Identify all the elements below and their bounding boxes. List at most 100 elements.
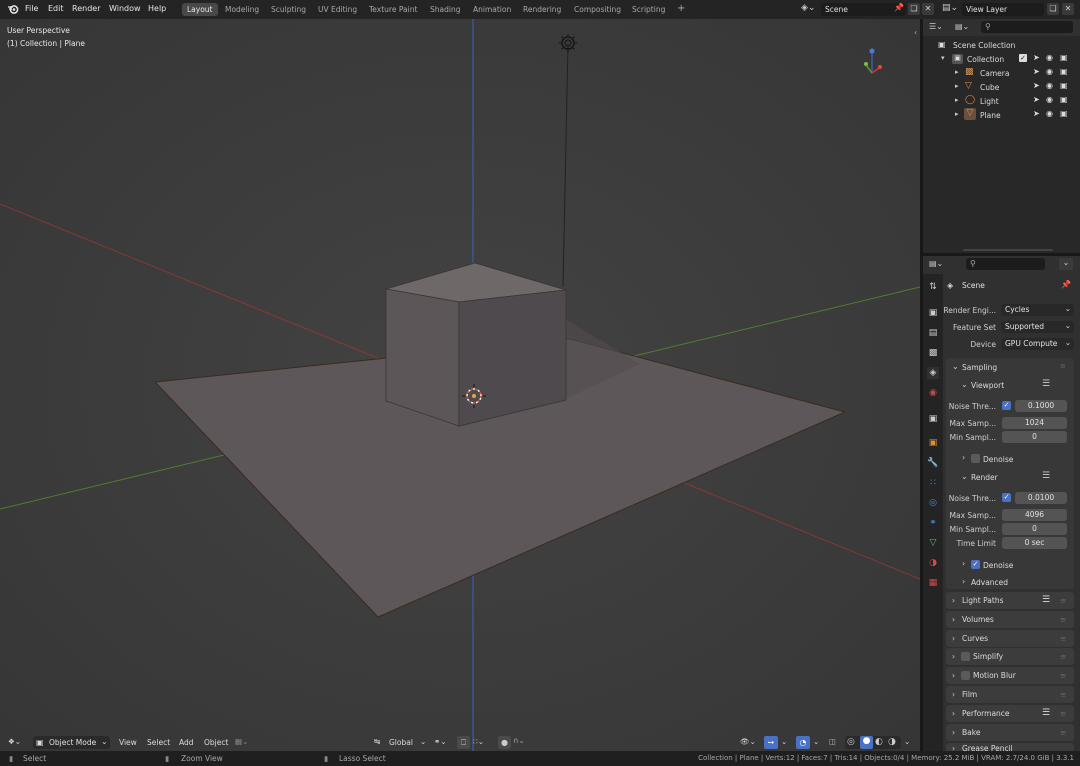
drag-handle-icon[interactable]: ≡: [1060, 362, 1066, 370]
tab-scripting[interactable]: Scripting: [627, 3, 670, 16]
selectable-arrow-icon[interactable]: ➤: [1033, 81, 1040, 90]
render-denoise-label[interactable]: Denoise: [983, 561, 1013, 570]
disclosure-right-icon[interactable]: ▸: [955, 82, 959, 90]
properties-search-input[interactable]: ⚲: [966, 258, 1045, 270]
panel-light-paths[interactable]: › Light Paths ☰ ≡: [946, 592, 1074, 609]
tab-texture-paint[interactable]: Texture Paint: [364, 3, 422, 16]
xray-icon[interactable]: ◫: [829, 737, 836, 746]
add-workspace-button[interactable]: +: [672, 1, 690, 14]
drag-handle-icon[interactable]: ≡: [1060, 705, 1066, 722]
chevron-down-icon[interactable]: ⌄: [1059, 258, 1073, 270]
disclosure-down-icon[interactable]: ▾: [941, 54, 945, 62]
outliner-scrollbar[interactable]: [963, 249, 1053, 251]
render-noise-threshold-checkbox[interactable]: ✓: [1002, 493, 1011, 502]
view-layer-tab-icon[interactable]: ▩: [927, 347, 939, 359]
noise-threshold-field[interactable]: 0.1000: [1015, 400, 1067, 412]
camera-render-icon[interactable]: ▣: [1060, 109, 1068, 118]
editor-type-icon[interactable]: ❖⌄: [8, 737, 21, 746]
tab-modeling[interactable]: Modeling: [220, 3, 264, 16]
panel-curves[interactable]: › Curves ≡: [946, 630, 1074, 647]
texture-tab-icon[interactable]: ▦: [927, 577, 939, 589]
snap-target-icon[interactable]: ∷⌄: [473, 737, 484, 746]
menu-select[interactable]: Select: [147, 738, 170, 747]
camera-render-icon[interactable]: ▣: [1060, 53, 1068, 62]
panel-bake[interactable]: › Bake ≡: [946, 724, 1074, 741]
snap-icon[interactable]: ⎕: [457, 736, 470, 749]
render-tab-icon[interactable]: ▣: [927, 307, 939, 319]
menu-object[interactable]: Object: [204, 738, 228, 747]
drag-handle-icon[interactable]: ≡: [1060, 648, 1066, 665]
camera-render-icon[interactable]: ▣: [1060, 81, 1068, 90]
tree-row-camera[interactable]: ▸ ▩ Camera ➤ ◉ ▣: [923, 66, 1080, 80]
motion-blur-checkbox[interactable]: [961, 671, 970, 680]
panel-volumes[interactable]: › Volumes ≡: [946, 611, 1074, 628]
overlays-toggle-icon[interactable]: ◔: [796, 736, 810, 749]
chevron-down-icon[interactable]: ⌄: [952, 362, 959, 371]
menu-add[interactable]: Add: [179, 738, 194, 747]
simplify-checkbox[interactable]: [961, 652, 970, 661]
viewport-subheader[interactable]: Viewport: [971, 381, 1004, 390]
scene-tab-icon[interactable]: ◈: [927, 367, 939, 379]
pin-icon[interactable]: 📌: [894, 3, 904, 12]
menu-file[interactable]: File: [25, 4, 38, 13]
3d-viewport[interactable]: User Perspective (1) Collection | Plane …: [0, 19, 920, 751]
chevron-down-icon[interactable]: ⌄: [781, 737, 787, 746]
world-tab-icon[interactable]: ◉: [927, 387, 939, 399]
menu-window[interactable]: Window: [109, 4, 141, 13]
tree-row-collection[interactable]: ▾ ▣ Collection ✓ ➤ ◉ ▣: [923, 52, 1080, 66]
mode-dropdown[interactable]: ▣ Object Mode ⌄: [33, 736, 110, 749]
chevron-down-icon[interactable]: ⌄: [904, 737, 910, 746]
drag-handle-icon[interactable]: ≡: [1060, 630, 1066, 647]
editor-type-icon[interactable]: ☰⌄: [929, 22, 943, 31]
eye-icon[interactable]: ◉: [1046, 109, 1053, 118]
object-tab-icon[interactable]: ▣: [927, 437, 939, 449]
falloff-icon[interactable]: ∩⌄: [513, 736, 525, 745]
tab-uv-editing[interactable]: UV Editing: [313, 3, 362, 16]
modifier-tab-icon[interactable]: 🔧: [927, 457, 939, 469]
feature-set-dropdown[interactable]: Supported ⌄: [1001, 321, 1074, 333]
tree-row-light[interactable]: ▸ ◯ Light ➤ ◉ ▣: [923, 94, 1080, 108]
rendered-shading-icon[interactable]: ◑: [888, 737, 896, 747]
blender-logo-icon[interactable]: [7, 3, 19, 15]
chevron-down-icon[interactable]: ⌄: [813, 737, 819, 746]
chevron-right-icon[interactable]: ›: [962, 453, 965, 462]
viewport-denoise-label[interactable]: Denoise: [983, 455, 1013, 464]
drag-handle-icon[interactable]: ≡: [1060, 667, 1066, 684]
new-view-layer-icon[interactable]: ❏: [1047, 3, 1059, 15]
panel-grease-pencil[interactable]: › Grease Pencil: [946, 743, 1074, 751]
chevron-down-icon[interactable]: ⌄: [961, 380, 968, 389]
panel-film[interactable]: › Film ≡: [946, 686, 1074, 703]
editor-type-icon[interactable]: ▤⌄: [929, 259, 943, 268]
selectable-arrow-icon[interactable]: ➤: [1033, 67, 1040, 76]
material-shading-icon[interactable]: ◐: [875, 737, 883, 747]
render-subheader[interactable]: Render: [971, 473, 998, 482]
noise-threshold-checkbox[interactable]: ✓: [1002, 401, 1011, 410]
menu-edit[interactable]: Edit: [48, 4, 64, 13]
chevron-right-icon[interactable]: ›: [962, 577, 965, 586]
material-tab-icon[interactable]: ◑: [927, 557, 939, 569]
visibility-icon[interactable]: 👁⌄: [740, 737, 756, 746]
panel-performance[interactable]: › Performance ☰ ≡: [946, 705, 1074, 722]
eye-icon[interactable]: ◉: [1046, 53, 1053, 62]
drag-handle-icon[interactable]: ≡: [1060, 686, 1066, 703]
tab-animation[interactable]: Animation: [468, 3, 516, 16]
extra-icon[interactable]: ▦⌄: [235, 737, 248, 746]
presets-icon[interactable]: ☰: [1042, 471, 1050, 481]
eye-icon[interactable]: ◉: [1046, 67, 1053, 76]
viewport-denoise-checkbox[interactable]: [971, 454, 980, 463]
panel-simplify[interactable]: › Simplify ≡: [946, 648, 1074, 665]
tree-row-cube[interactable]: ▸ ▽ Cube ➤ ◉ ▣: [923, 80, 1080, 94]
wireframe-shading-icon[interactable]: ◎: [847, 737, 855, 747]
drag-handle-icon[interactable]: ≡: [1060, 611, 1066, 628]
constraints-tab-icon[interactable]: ⚭: [927, 517, 939, 529]
menu-view[interactable]: View: [119, 738, 137, 747]
gizmo-toggle-icon[interactable]: ➙: [764, 736, 778, 749]
time-limit-field[interactable]: 0 sec: [1002, 537, 1067, 549]
min-samples-field[interactable]: 0: [1002, 431, 1067, 443]
exclude-checkbox[interactable]: ✓: [1019, 54, 1027, 62]
output-tab-icon[interactable]: ▤: [927, 327, 939, 339]
presets-icon[interactable]: ☰: [1042, 592, 1050, 609]
drag-handle-icon[interactable]: ≡: [1060, 592, 1066, 609]
menu-render[interactable]: Render: [72, 4, 100, 13]
max-samples-field[interactable]: 1024: [1002, 417, 1067, 429]
